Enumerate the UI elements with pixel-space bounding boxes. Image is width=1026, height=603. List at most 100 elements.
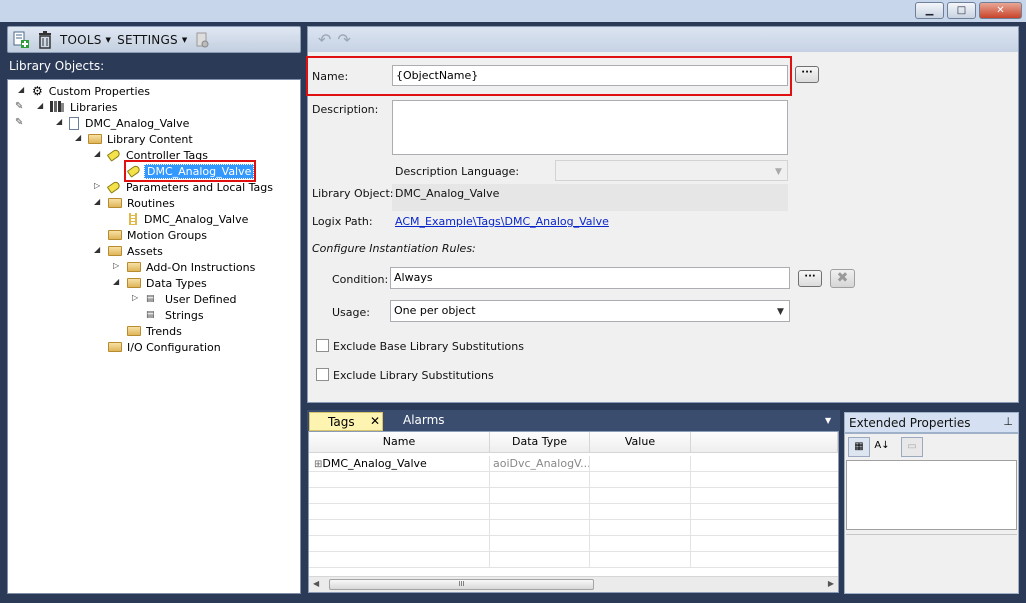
extended-properties-grid[interactable] <box>846 460 1017 530</box>
tree-item-addon-instructions[interactable]: Add-On Instructions <box>127 259 257 275</box>
usage-select[interactable]: One per object <box>390 300 790 322</box>
tree-item-object[interactable]: DMC_Analog_Valve <box>69 115 191 131</box>
tree-item-label: Motion Groups <box>127 228 208 242</box>
tree-item-routines[interactable]: Routines <box>108 195 177 211</box>
settings-menu[interactable]: SETTINGS ▼ <box>117 33 187 47</box>
logix-path-link[interactable]: ACM_Example\Tags\DMC_Analog_Valve <box>395 215 609 228</box>
tree-item-data-types[interactable]: Data Types <box>127 275 209 291</box>
exclude-library-checkbox[interactable] <box>316 368 329 381</box>
tree-item-libraries[interactable]: Libraries <box>50 99 120 115</box>
condition-ellipsis-button[interactable]: ··· <box>798 270 822 287</box>
add-object-icon[interactable] <box>12 31 30 49</box>
tab-alarms[interactable]: Alarms <box>403 413 445 427</box>
tree-item-label: Library Content <box>107 132 193 146</box>
name-ellipsis-button[interactable]: ··· <box>795 66 819 83</box>
table-row[interactable]: ⊞DMC_Analog_Valve aoiDvc_AnalogV... <box>309 456 838 472</box>
window-controls: ▁ □ ✕ <box>915 2 1022 19</box>
exclude-base-checkbox[interactable] <box>316 339 329 352</box>
empty-cell <box>490 504 590 520</box>
maximize-button[interactable]: □ <box>947 2 976 19</box>
table-row <box>309 520 838 536</box>
condition-field[interactable]: Always <box>390 267 790 289</box>
tree-item-routine[interactable]: DMC_Analog_Valve <box>129 211 250 227</box>
empty-cell <box>590 520 691 536</box>
usage-label: Usage: <box>332 306 370 319</box>
exclude-base-label: Exclude Base Library Substitutions <box>333 340 524 353</box>
undo-toolbar: ↶ ↷ <box>308 27 1018 52</box>
name-field[interactable]: {ObjectName} <box>392 65 788 86</box>
tag-data-type: aoiDvc_AnalogV... <box>490 456 590 472</box>
expand-arrow-icon[interactable]: ◢ <box>37 101 43 110</box>
tree-item-controller-tags[interactable]: Controller Tags <box>106 147 210 163</box>
tags-tabstrip: Tags ✕ Alarms ▼ <box>307 410 840 431</box>
tools-menu[interactable]: TOOLS ▼ <box>60 33 111 47</box>
expand-arrow-icon[interactable]: ◢ <box>94 149 100 158</box>
scroll-right-icon[interactable]: ▶ <box>828 579 834 588</box>
expand-arrow-icon[interactable]: ◢ <box>94 245 100 254</box>
tree-item-trends[interactable]: Trends <box>127 323 184 339</box>
tree-item-io-configuration[interactable]: I/O Configuration <box>108 339 223 355</box>
column-header-name[interactable]: Name <box>309 432 490 453</box>
tree-item-label: DMC_Analog_Valve <box>85 116 190 130</box>
categorized-view-icon[interactable]: ▦ <box>848 437 870 457</box>
description-language-label: Description Language: <box>395 165 520 178</box>
extended-properties-panel: ▦ A↓ ▭ <box>844 433 1019 594</box>
tree-item-controller-tag-selected[interactable]: DMC_Analog_Valve <box>126 163 255 179</box>
expand-arrow-icon[interactable]: ◢ <box>56 117 62 126</box>
undo-icon[interactable]: ↶ <box>318 30 331 49</box>
table-row <box>309 552 838 568</box>
sort-az-icon[interactable]: A↓ <box>871 437 893 457</box>
tab-tags[interactable]: Tags ✕ <box>309 412 383 431</box>
tree-item-label: Routines <box>127 196 175 210</box>
redo-icon[interactable]: ↷ <box>337 30 350 49</box>
scroll-thumb[interactable]: III <box>329 579 594 590</box>
expand-arrow-icon[interactable]: ◢ <box>75 133 81 142</box>
logix-path-label: Logix Path: <box>312 215 373 228</box>
empty-cell <box>590 488 691 504</box>
routine-icon <box>129 213 137 225</box>
expand-arrow-icon[interactable]: ◢ <box>113 277 119 286</box>
tree-item-user-defined[interactable]: ▤ User Defined <box>146 291 238 307</box>
chevron-down-icon[interactable]: ▼ <box>825 416 831 425</box>
tree-item-label: Data Types <box>146 276 207 290</box>
tree-item-label: DMC_Analog_Valve <box>144 212 249 226</box>
empty-cell <box>309 520 490 536</box>
tree-item-parameters[interactable]: Parameters and Local Tags <box>106 179 275 195</box>
collapsed-arrow-icon[interactable]: ▷ <box>94 181 100 190</box>
structure-icon: ▤ <box>146 310 155 320</box>
tree-item-library-content[interactable]: Library Content <box>88 131 195 147</box>
property-pages-icon[interactable]: ▭ <box>901 437 923 457</box>
collapsed-arrow-icon[interactable]: ▷ <box>132 293 138 302</box>
close-icon[interactable]: ✕ <box>370 414 380 428</box>
name-label: Name: <box>312 70 349 83</box>
tree-item-custom-properties[interactable]: ⚙ Custom Properties <box>32 83 152 99</box>
tree-item-motion-groups[interactable]: Motion Groups <box>108 227 209 243</box>
collapsed-arrow-icon[interactable]: ▷ <box>113 261 119 270</box>
tree-item-strings[interactable]: ▤ Strings <box>146 307 206 323</box>
table-row <box>309 488 838 504</box>
folder-icon <box>108 342 122 352</box>
scroll-left-icon[interactable]: ◀ <box>313 579 319 588</box>
description-language-select[interactable] <box>555 160 788 181</box>
tree-item-assets[interactable]: Assets <box>108 243 165 259</box>
pin-icon[interactable]: ⊥ <box>1003 415 1013 428</box>
tree-item-label: Strings <box>165 308 204 322</box>
library-object-value: DMC_Analog_Valve <box>395 187 500 200</box>
clear-filter-icon[interactable] <box>193 31 211 49</box>
expand-arrow-icon[interactable]: ◢ <box>18 85 24 94</box>
expand-arrow-icon[interactable]: ◢ <box>94 197 100 206</box>
tag-value[interactable] <box>590 456 691 472</box>
column-header-data-type[interactable]: Data Type <box>490 432 590 453</box>
delete-icon[interactable] <box>36 30 54 49</box>
description-field[interactable] <box>392 100 788 155</box>
gear-icon: ⚙ <box>32 84 43 98</box>
folder-icon <box>108 230 122 240</box>
chevron-down-icon: ▼ <box>105 35 112 44</box>
tree-item-label: Assets <box>127 244 163 258</box>
column-header-value[interactable]: Value <box>590 432 691 453</box>
close-button[interactable]: ✕ <box>979 2 1022 19</box>
minimize-button[interactable]: ▁ <box>915 2 944 19</box>
condition-clear-button[interactable]: ✖ <box>830 269 855 288</box>
library-objects-header: Library Objects: <box>9 59 105 73</box>
horizontal-scrollbar[interactable]: ◀ III ▶ <box>309 576 838 592</box>
